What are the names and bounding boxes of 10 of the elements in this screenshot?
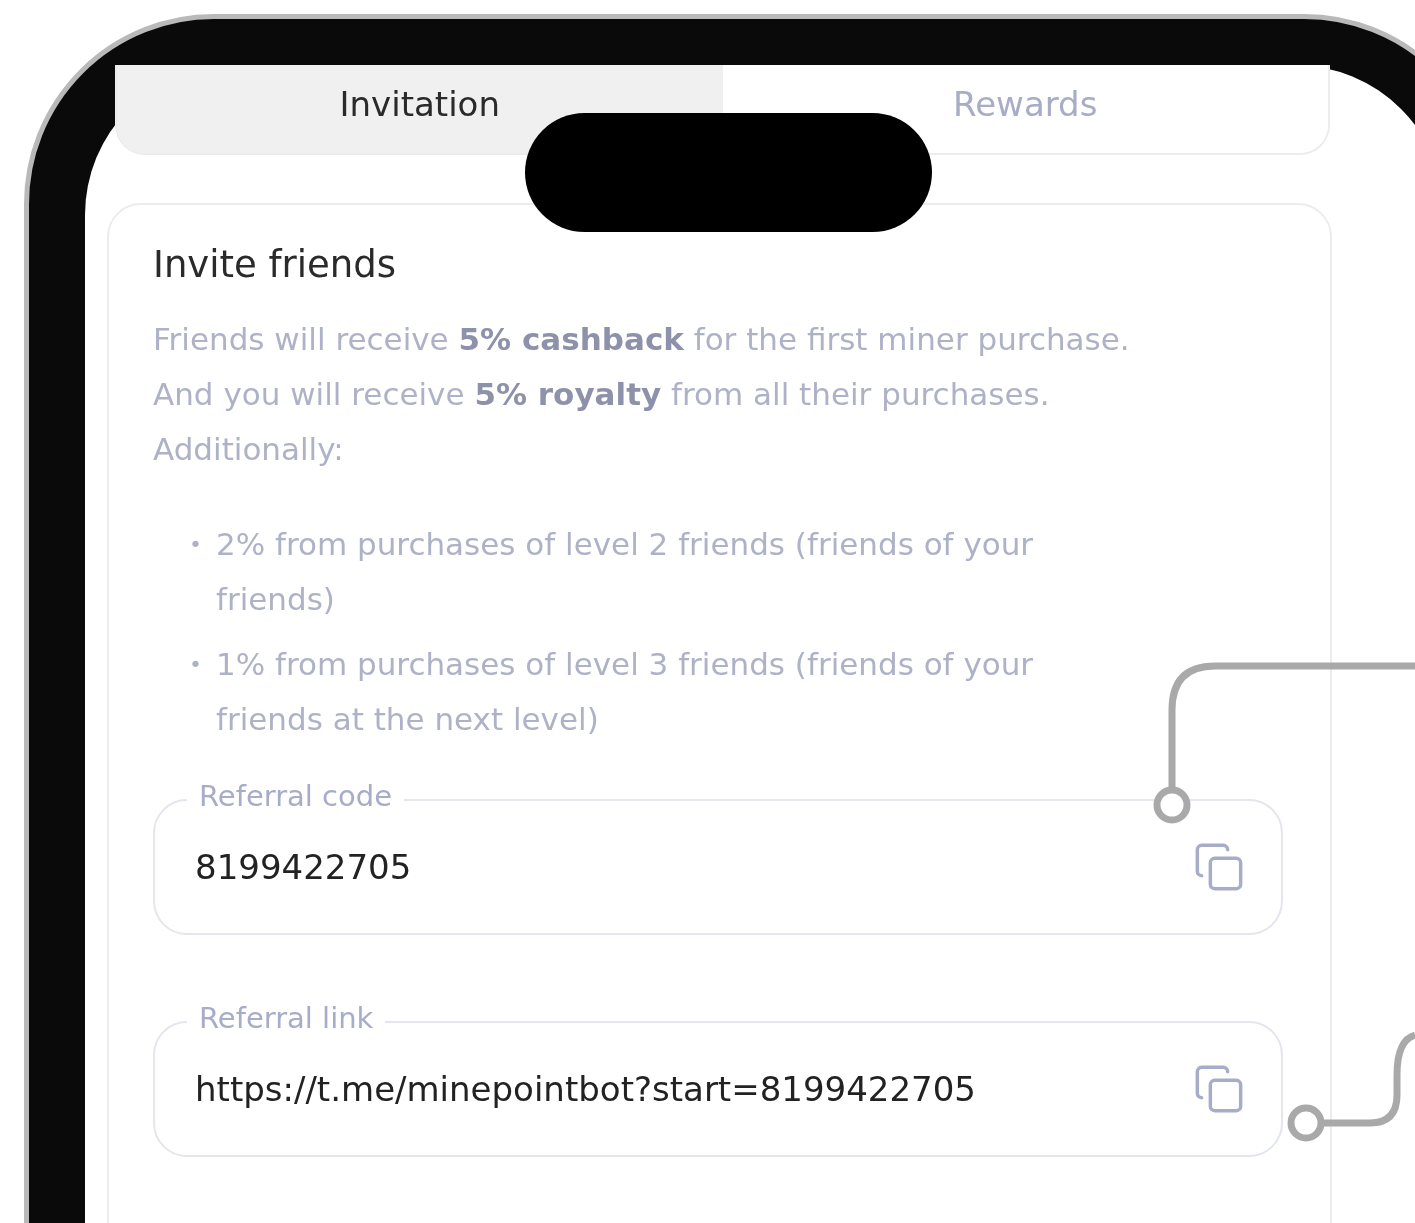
- field-value: 8199422705: [195, 847, 412, 887]
- description: Friends will receive 5% cashback for the first miner purchase. And you will receive 5% royalty from all their purchases. Additionally:: [153, 320, 1131, 469]
- field-value: https://t.me/minepointbot?start=8199422705: [195, 1069, 976, 1109]
- bullet-marker: •: [189, 531, 202, 559]
- card-title: Invite friends: [153, 243, 398, 286]
- copy-icon[interactable]: [1193, 1063, 1245, 1115]
- bullet-marker: •: [189, 651, 202, 679]
- bullet-text: 1% from purchases of level 3 friends (friends of your friends at the next level): [216, 645, 1035, 739]
- bullet-text: 2% from purchases of level 2 friends (friends of your friends): [216, 525, 1035, 619]
- copy-icon[interactable]: [1193, 841, 1245, 893]
